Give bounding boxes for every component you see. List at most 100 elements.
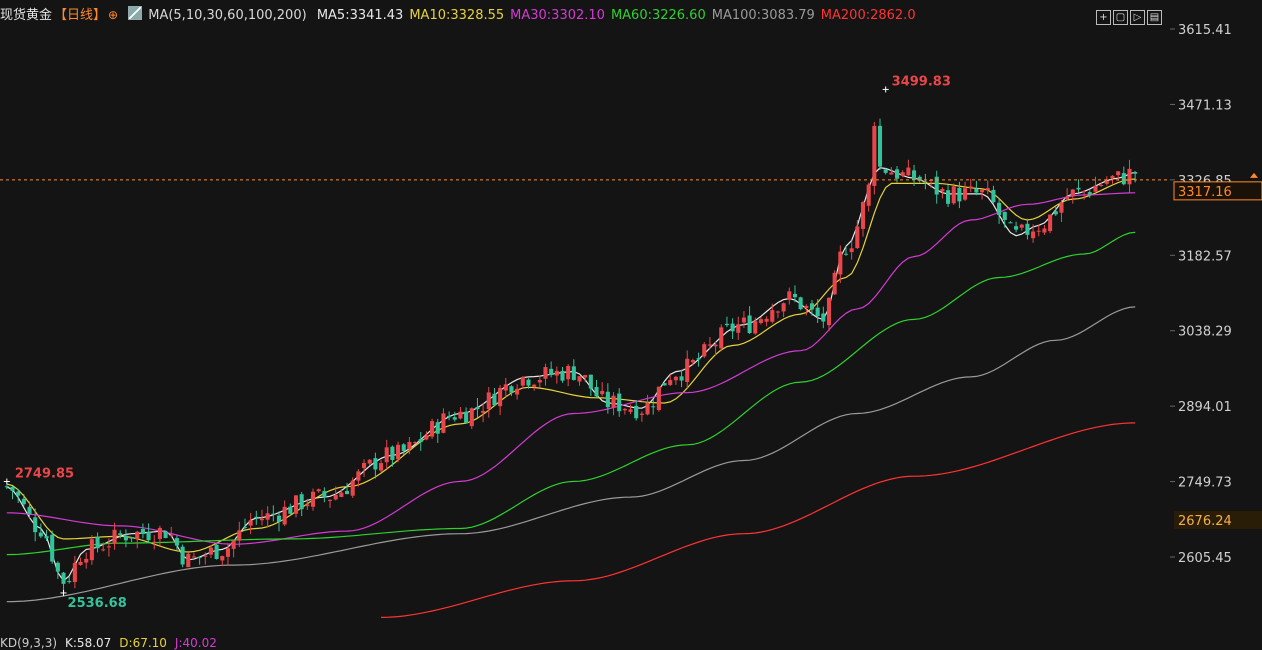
candle	[322, 487, 327, 503]
candle-body	[860, 202, 866, 229]
candle	[271, 505, 276, 522]
candle-body	[441, 413, 446, 433]
candle-body	[498, 387, 503, 407]
candle-body	[628, 409, 633, 412]
candle	[1127, 159, 1132, 193]
candle	[991, 185, 996, 204]
candle	[146, 523, 151, 543]
candle	[310, 488, 316, 511]
candle-body	[543, 367, 548, 379]
candle-body	[719, 327, 724, 349]
candle-body	[237, 530, 242, 541]
candle-body	[622, 408, 627, 411]
candle-body	[157, 527, 162, 540]
candle-body	[310, 491, 316, 507]
candle-body	[384, 447, 389, 463]
candle-body	[293, 495, 299, 514]
candle-body	[367, 459, 372, 464]
candle	[265, 506, 270, 528]
candle-body	[288, 506, 293, 514]
candle-body	[413, 442, 418, 444]
candle-body	[220, 555, 225, 561]
candle-body	[401, 444, 406, 452]
candle	[566, 364, 571, 387]
candle	[157, 525, 162, 547]
candle	[1002, 211, 1007, 228]
candle-body	[997, 202, 1002, 216]
candle	[169, 526, 174, 537]
kd-j-value: J:40.02	[174, 636, 217, 650]
candle-body	[855, 226, 860, 249]
candle	[911, 164, 917, 186]
candle-body	[135, 531, 140, 540]
candle	[798, 296, 803, 311]
candle-body	[1025, 223, 1030, 235]
candle	[537, 375, 542, 388]
candle-body	[373, 458, 378, 470]
candle-body	[396, 444, 401, 460]
candle	[152, 535, 157, 550]
candlestick-chart[interactable]: 3615.413471.133326.853182.573038.292894.…	[0, 0, 1262, 646]
candle-body	[339, 492, 344, 497]
candle	[1059, 199, 1064, 223]
candle-body	[560, 370, 565, 381]
candle-body	[707, 344, 712, 346]
candle	[843, 246, 849, 256]
candle-body	[316, 489, 321, 492]
candle-body	[67, 581, 72, 583]
candle	[231, 539, 236, 558]
candle-body	[503, 384, 508, 391]
candle-body	[1008, 222, 1013, 224]
candle	[849, 240, 854, 260]
candle-body	[84, 558, 89, 563]
candle-body	[963, 188, 968, 200]
candle	[1019, 223, 1024, 231]
candle-body	[1076, 187, 1081, 190]
candle	[1087, 190, 1092, 198]
candle-body	[639, 413, 644, 415]
candle	[299, 492, 304, 517]
candle	[515, 384, 520, 400]
candle	[282, 500, 287, 527]
candle-body	[537, 379, 542, 383]
y-tick-label: 3182.57	[1178, 249, 1232, 264]
candle	[696, 352, 701, 367]
candle-body	[974, 188, 979, 193]
candle-body	[900, 172, 905, 176]
candle-body	[231, 540, 236, 549]
left_high-label: 2749.85	[15, 467, 74, 482]
candle	[1048, 214, 1053, 234]
candle	[826, 297, 832, 332]
candle-body	[577, 376, 582, 382]
candle-body	[481, 410, 486, 413]
candle-body	[702, 344, 707, 357]
candle-body	[713, 344, 718, 347]
candle-body	[169, 534, 174, 536]
candle-body	[679, 376, 684, 381]
candle-body	[447, 415, 452, 418]
candle-body	[1082, 190, 1087, 192]
candle-body	[242, 526, 248, 528]
candle-body	[1053, 211, 1058, 215]
candle	[293, 495, 299, 518]
candle	[55, 561, 60, 579]
candle	[89, 535, 94, 565]
y-tick-label: 2605.45	[1178, 551, 1232, 566]
candle	[946, 184, 951, 208]
candle-body	[1002, 211, 1007, 220]
candle-body	[696, 358, 701, 360]
candle-body	[583, 375, 588, 378]
candle-body	[106, 546, 111, 548]
candle-body	[781, 303, 786, 312]
ma-line-ma200	[381, 422, 1136, 618]
candle-body	[1014, 226, 1019, 230]
candle-body	[16, 491, 21, 496]
candle	[702, 342, 707, 359]
candle-body	[549, 368, 554, 375]
candle	[520, 376, 525, 389]
candle-body	[327, 499, 333, 501]
candle-body	[605, 391, 610, 408]
candle-body	[730, 323, 735, 332]
candle	[775, 310, 780, 319]
candle-body	[458, 411, 463, 419]
